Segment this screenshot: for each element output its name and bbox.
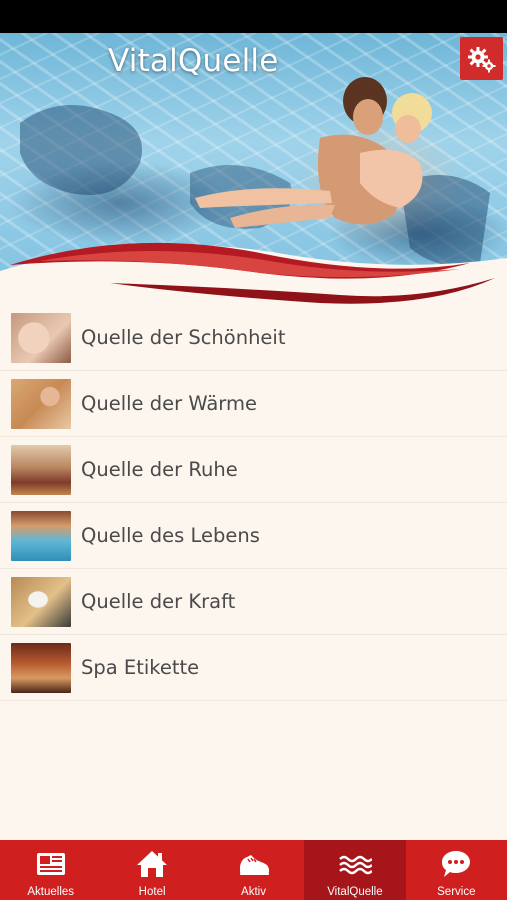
list-item-ruhe[interactable]: Quelle der Ruhe xyxy=(0,437,507,503)
list-item-label: Spa Etikette xyxy=(81,656,200,679)
list-item-waerme[interactable]: Quelle der Wärme xyxy=(0,371,507,437)
list-item-lebens[interactable]: Quelle des Lebens xyxy=(0,503,507,569)
list-item-label: Quelle des Lebens xyxy=(81,524,260,547)
hero-banner: VitalQuelle xyxy=(0,33,507,305)
list-item-schoenheit[interactable]: Quelle der Schönheit xyxy=(0,305,507,371)
page-title: VitalQuelle xyxy=(108,43,279,79)
relaxation-room-thumbnail xyxy=(11,444,71,495)
tab-hotel[interactable]: Hotel xyxy=(101,840,202,900)
fitness-thumbnail xyxy=(11,576,71,627)
status-bar xyxy=(0,0,507,33)
list-item-label: Quelle der Wärme xyxy=(81,392,257,415)
tab-service[interactable]: Service xyxy=(406,840,507,900)
settings-gears-icon xyxy=(467,46,495,72)
house-icon xyxy=(137,851,168,877)
list-item-kraft[interactable]: Quelle der Kraft xyxy=(0,569,507,635)
tab-aktuelles[interactable]: Aktuelles xyxy=(0,840,101,900)
list-item-label: Quelle der Ruhe xyxy=(81,458,238,481)
face-massage-thumbnail xyxy=(11,312,71,363)
tab-aktiv[interactable]: Aktiv xyxy=(203,840,304,900)
tab-vitalquelle[interactable]: VitalQuelle xyxy=(304,840,406,900)
newspaper-icon xyxy=(36,853,65,875)
spa-category-list: Quelle der Schönheit Quelle der Wärme Qu… xyxy=(0,305,507,701)
spa-lounge-thumbnail xyxy=(11,642,71,693)
tab-label: Aktiv xyxy=(241,886,266,898)
tab-label: Hotel xyxy=(138,886,166,898)
indoor-pool-thumbnail xyxy=(11,510,71,561)
tab-label: Service xyxy=(437,886,476,898)
waves-icon xyxy=(339,855,372,875)
tab-label: VitalQuelle xyxy=(327,886,383,898)
tab-label: Aktuelles xyxy=(27,886,75,898)
list-item-etikette[interactable]: Spa Etikette xyxy=(0,635,507,701)
list-item-label: Quelle der Kraft xyxy=(81,590,236,613)
bottom-tab-bar: Aktuelles Hotel Aktiv VitalQuelle Servic… xyxy=(0,840,507,900)
list-item-label: Quelle der Schönheit xyxy=(81,326,286,349)
settings-button[interactable] xyxy=(460,37,503,80)
chat-bubble-icon xyxy=(442,851,471,877)
sauna-thumbnail xyxy=(11,378,71,429)
shoe-icon xyxy=(239,855,269,875)
